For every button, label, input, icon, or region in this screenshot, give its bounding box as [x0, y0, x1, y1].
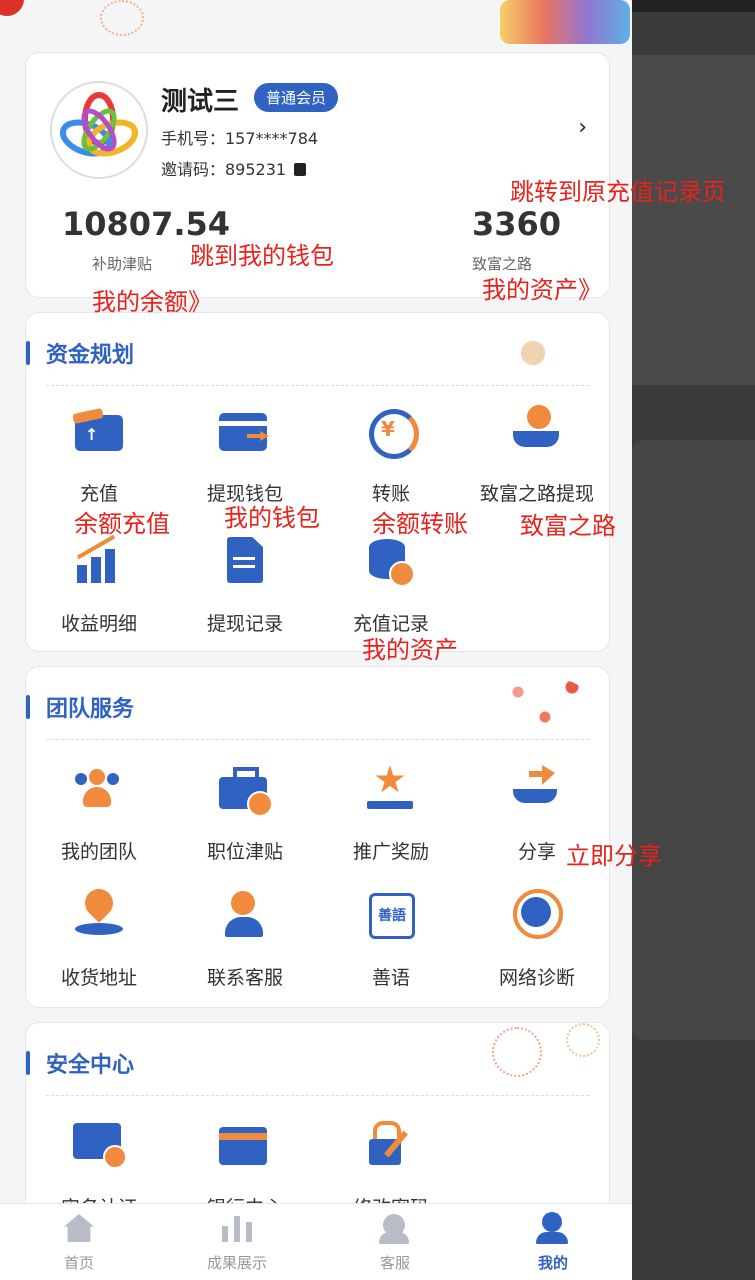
chevron-right-icon[interactable]: › [578, 115, 587, 140]
item-label: 充值 [79, 483, 118, 505]
hand-coin-icon [509, 405, 565, 461]
contact-support-item[interactable]: 联系客服 [172, 889, 318, 990]
invite-code-row: 邀请码：895231 [161, 156, 307, 180]
annotation: 立即分享 [566, 842, 662, 870]
lantern-decoration [500, 677, 590, 727]
asset-value[interactable]: 3360 [472, 205, 561, 243]
item-label: 善语 [371, 967, 410, 989]
promotion-reward-item[interactable]: 推广奖励 [318, 763, 464, 864]
share-hand-icon [509, 763, 565, 819]
annotation: 跳到我的钱包 [190, 242, 334, 270]
section-title: 安全中心 [26, 1047, 134, 1079]
annotation: 余额充值 [74, 510, 170, 538]
briefcase-icon [217, 763, 273, 819]
headset-icon [316, 1210, 474, 1246]
tab-home[interactable]: 首页 [0, 1210, 158, 1273]
section-title: 团队服务 [26, 691, 134, 723]
section-title: 资金规划 [26, 337, 134, 369]
background-panel [632, 440, 755, 1040]
lantern-decoration [0, 0, 24, 16]
customer-service-icon [217, 889, 273, 945]
member-badge: 普通会员 [254, 83, 339, 112]
item-label: 提现记录 [206, 613, 283, 635]
chart-growth-icon [71, 534, 127, 591]
fund-planning-section: 资金规划 ↑ 充值 提现钱包 ¥ 转账 致富之路提现 收益明细 提现记录 充值记… [25, 312, 610, 652]
bottom-tab-bar: 首页 成果展示 客服 我的 [0, 1203, 632, 1280]
annotation: 致富之路 [520, 512, 616, 540]
item-label: 致富之路提现 [479, 483, 594, 505]
shipping-address-item[interactable]: 收货地址 [26, 883, 172, 990]
firework-decoration [100, 0, 144, 36]
withdraw-record-item[interactable]: 提现记录 [172, 535, 318, 636]
wealth-road-withdraw-item[interactable]: 致富之路提现 [464, 405, 610, 506]
coins-decoration [508, 323, 558, 383]
home-icon [0, 1210, 158, 1246]
shanyu-icon: 善語 [363, 889, 419, 945]
id-card-icon [71, 1119, 127, 1175]
recharge-item[interactable]: ↑ 充值 [26, 405, 172, 506]
firework-decoration [566, 1023, 600, 1057]
lock-edit-icon [363, 1119, 419, 1175]
star-podium-icon [363, 763, 419, 819]
position-allowance-item[interactable]: 职位津贴 [172, 763, 318, 864]
item-label: 收益明细 [60, 613, 137, 635]
tab-label: 首页 [63, 1254, 94, 1272]
team-service-section: 团队服务 我的团队 职位津贴 推广奖励 分享 收货地址 联系客服 善語 善语 网… [25, 666, 610, 1008]
wallet-recharge-icon: ↑ [71, 405, 127, 461]
item-label: 职位津贴 [206, 841, 283, 863]
background-panel [632, 55, 755, 385]
annotation: 余额转账 [372, 510, 468, 538]
annotation: 跳转到原充值记录页 [510, 178, 726, 206]
bank-card-icon [217, 1119, 273, 1175]
firework-decoration [492, 1027, 542, 1077]
transfer-item[interactable]: ¥ 转账 [318, 405, 464, 506]
withdraw-wallet-item[interactable]: 提现钱包 [172, 405, 318, 506]
tab-mine[interactable]: 我的 [474, 1210, 632, 1273]
recharge-record-item[interactable]: 充值记录 [318, 535, 464, 636]
tab-showcase[interactable]: 成果展示 [158, 1210, 316, 1273]
shanyu-item[interactable]: 善語 善语 [318, 889, 464, 990]
dragon-decoration [500, 0, 630, 44]
invite-code: 邀请码：895231 [161, 160, 287, 179]
document-icon [217, 535, 273, 591]
team-icon [71, 763, 127, 819]
item-label: 推广奖励 [352, 841, 429, 863]
annotation: 我的资产 [362, 636, 458, 664]
network-diagnosis-item[interactable]: 网络诊断 [464, 889, 610, 990]
yen-transfer-icon: ¥ [363, 405, 419, 461]
annotation: 我的钱包 [224, 504, 320, 532]
copy-icon[interactable] [294, 163, 307, 176]
item-label: 我的团队 [60, 841, 137, 863]
item-label: 收货地址 [60, 967, 137, 989]
my-team-item[interactable]: 我的团队 [26, 763, 172, 864]
annotation: 我的资产》 [482, 276, 602, 304]
avatar[interactable] [50, 81, 148, 179]
background-topbar [632, 0, 755, 12]
tab-customer-service[interactable]: 客服 [316, 1210, 474, 1273]
user-name: 测试三 [161, 87, 240, 117]
item-label: 联系客服 [206, 967, 283, 989]
phone-number: 手机号：157****784 [161, 129, 319, 148]
bar-chart-icon [158, 1210, 316, 1246]
globe-icon [509, 889, 565, 945]
card-withdraw-icon [217, 405, 273, 461]
location-pin-icon [71, 883, 127, 945]
earnings-detail-item[interactable]: 收益明细 [26, 534, 172, 636]
database-clock-icon [363, 535, 419, 591]
tab-label: 成果展示 [206, 1254, 267, 1272]
item-label: 转账 [371, 483, 410, 505]
tab-label: 我的 [537, 1254, 568, 1272]
tab-label: 客服 [379, 1254, 410, 1272]
balance-label: 补助津贴 [92, 255, 153, 273]
user-icon [474, 1210, 632, 1246]
item-label: 网络诊断 [498, 967, 575, 989]
annotation: 我的余额》 [92, 288, 212, 316]
